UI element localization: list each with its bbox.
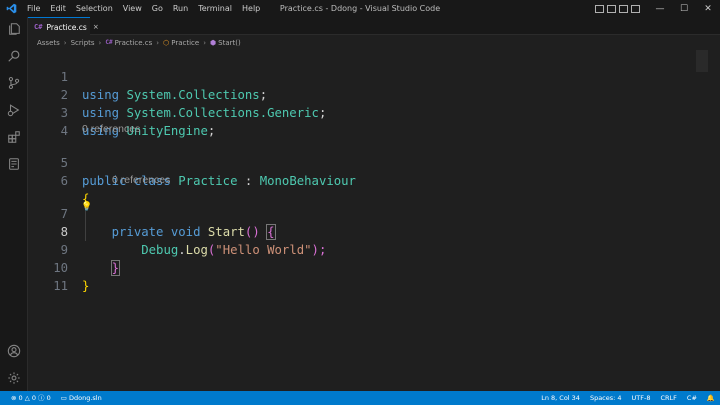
base-class-name: MonoBehaviour [259,174,356,188]
codelens-references[interactable]: 0 references [82,122,140,136]
status-bar: ⊗ 0 △ 0 ⓘ 0 ▭ Ddong.sln Ln 8, Col 34 Spa… [0,391,720,405]
solution-indicator[interactable]: ▭ Ddong.sln [56,391,107,405]
notifications-icon[interactable]: 🔔 [702,391,720,405]
tab-label: Practice.cs [46,22,87,32]
code-line-1[interactable]: 1 using System.Collections; [28,50,708,102]
breadcrumb-item-scripts[interactable]: Scripts [71,39,95,47]
code-line-6[interactable]: 6 { [28,154,708,206]
tab-close-icon[interactable]: × [93,23,99,31]
close-icon: ✕ [704,3,712,14]
menu-terminal[interactable]: Terminal [193,0,237,17]
code-line-9[interactable]: 9 } [28,223,708,276]
menu-help[interactable]: Help [237,0,265,17]
codelens-references[interactable]: 0 references [112,173,170,187]
menu-go[interactable]: Go [147,0,168,17]
line-number: 11 [53,279,68,293]
menu-view[interactable]: View [118,0,147,17]
activity-bar [0,17,28,391]
maximize-button[interactable]: ☐ [672,0,696,17]
gear-icon[interactable] [6,370,22,386]
breadcrumb-item-file[interactable]: Practice.cs [115,39,153,47]
menu-edit[interactable]: Edit [45,0,71,17]
problems-indicator[interactable]: ⊗ 0 △ 0 ⓘ 0 [6,391,56,405]
encoding[interactable]: UTF-8 [627,391,656,405]
method-symbol-icon: ⬢ [210,38,217,47]
files-icon[interactable] [6,21,22,37]
code-line-4[interactable]: 4 [28,104,708,138]
csharp-file-icon: C# [34,23,43,31]
csharp-file-icon: C# [105,39,113,46]
info-icon: ⓘ [38,394,45,402]
toggle-panel-icon[interactable] [607,4,616,13]
remote-explorer-icon[interactable] [6,156,22,172]
error-count: 0 [18,394,23,402]
breadcrumb-item-class[interactable]: Practice [171,39,199,47]
minimize-icon: — [655,3,665,14]
chevron-right-icon: › [98,38,102,47]
source-control-icon[interactable] [6,75,22,91]
vscode-logo-icon [0,0,22,17]
menu-run[interactable]: Run [168,0,193,17]
search-icon[interactable] [6,48,22,64]
menu-file[interactable]: File [22,0,45,17]
title-bar: File Edit Selection View Go Run Terminal… [0,0,720,17]
editor-tab-bar: C# Practice.cs × [28,17,720,36]
language-mode[interactable]: C# [682,391,702,405]
status-right: Ln 8, Col 34 Spaces: 4 UTF-8 CRLF C# 🔔 [536,391,720,405]
code-line-2[interactable]: 2 using System.Collections.Generic; [28,68,708,120]
cursor-position[interactable]: Ln 8, Col 34 [536,391,585,405]
account-icon[interactable] [6,343,22,359]
toggle-secondary-sidebar-icon[interactable] [619,4,628,13]
menu-selection[interactable]: Selection [71,0,118,17]
code-line-10[interactable]: 10 } [28,241,708,293]
code-line-3[interactable]: 3 using UnityEngine; [28,86,708,138]
code-line-8[interactable]: 8 Debug.Log("Hello World"); [28,205,708,257]
solution-name: Ddong.sln [69,394,102,402]
breadcrumb-item-method[interactable]: Start() [218,39,241,47]
toggle-sidebar-icon[interactable] [595,4,604,13]
code-editor[interactable]: 1 using System.Collections; 2 using Syst… [28,50,708,391]
customize-layout-icon[interactable] [631,4,640,13]
indentation[interactable]: Spaces: 4 [585,391,627,405]
code-line-7[interactable]: 7 private void Start() { [28,187,708,240]
extensions-icon[interactable] [6,129,22,145]
close-brace: } [82,279,90,293]
chevron-right-icon: › [203,38,206,47]
maximize-icon: ☐ [679,3,689,14]
layout-controls [595,4,640,13]
colon: : [237,174,260,188]
menu-bar: File Edit Selection View Go Run Terminal… [22,0,265,17]
breadcrumb-item-assets[interactable]: Assets [37,39,60,47]
chevron-right-icon: › [156,38,160,47]
class-symbol-icon: ⬡ [163,38,170,47]
minimize-button[interactable]: — [648,0,672,17]
run-debug-icon[interactable] [6,102,22,118]
info-count: 0 [46,394,51,402]
code-line-11[interactable]: 11 [28,259,708,293]
chevron-right-icon: › [63,38,67,47]
window-controls: — ☐ ✕ [595,0,720,17]
status-left: ⊗ 0 △ 0 ⓘ 0 ▭ Ddong.sln [0,391,107,405]
warning-count: 0 [31,394,36,402]
breadcrumb: Assets › Scripts › C# Practice.cs › ⬡ Pr… [28,35,720,50]
end-of-line[interactable]: CRLF [655,391,681,405]
tab-practice-cs[interactable]: C# Practice.cs × [28,17,99,36]
close-window-button[interactable]: ✕ [696,0,720,17]
warning-icon: △ [24,394,30,402]
class-name: Practice [178,174,238,188]
code-line-5[interactable]: 5 public class Practice : MonoBehaviour [28,136,708,188]
error-icon: ⊗ [11,394,17,402]
folder-icon: ▭ [60,394,67,402]
